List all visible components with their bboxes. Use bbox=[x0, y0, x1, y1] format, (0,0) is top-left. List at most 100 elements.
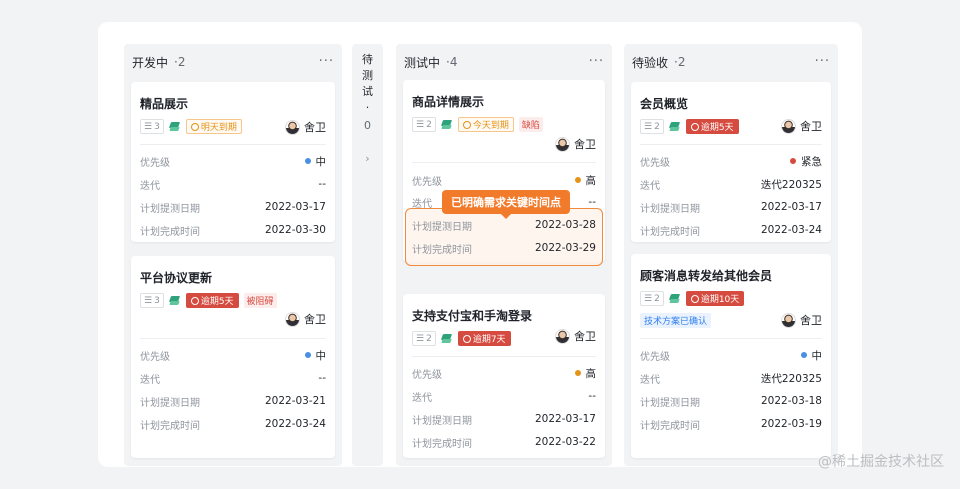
avatar bbox=[555, 328, 570, 344]
assignee[interactable]: 舍卫 bbox=[781, 118, 822, 134]
card-title: 平台协议更新 bbox=[140, 271, 213, 285]
field-label: 优先级 bbox=[412, 369, 442, 381]
list-icon: ☰ bbox=[416, 333, 425, 344]
column-testing: 测试中 ·4 ··· 商品详情展示 ☰ 2 今天到期 缺陷 舍卫 优先级 高 迭代 bbox=[396, 44, 612, 466]
chevron-right-icon[interactable]: › bbox=[352, 152, 383, 165]
priority-dot bbox=[574, 370, 581, 376]
task-card[interactable]: 支持支付宝和手淘登录 ☰ 2 逾期7天 舍卫 优先级 高 迭代 -- 计划提测日期 bbox=[403, 294, 605, 458]
field-value: -- bbox=[588, 196, 596, 208]
tag-row: ☰ 2 逾期7天 bbox=[412, 330, 511, 347]
field-finish-date: 计划完成时间 2022-03-24 bbox=[640, 223, 822, 238]
field-label: 迭代 bbox=[140, 180, 160, 192]
field-finish-date: 计划完成时间 2022-03-30 bbox=[140, 223, 326, 238]
card-title: 会员概览 bbox=[640, 97, 689, 111]
assignee[interactable]: 舍卫 bbox=[781, 312, 822, 328]
subtask-count[interactable]: ☰ 2 bbox=[640, 119, 664, 134]
assignee-name: 舍卫 bbox=[800, 120, 822, 133]
overdue-badge: 逾期7天 bbox=[457, 331, 511, 346]
column-count: ·4 bbox=[446, 55, 458, 69]
subtask-count-value: 3 bbox=[154, 121, 160, 132]
priority-value: 中 bbox=[811, 349, 823, 362]
task-card[interactable]: 精品展示 ☰ 3 明天到期 舍卫 优先级 中 迭代 -- 计划提测日期 2022- bbox=[131, 82, 335, 242]
priority-dot bbox=[574, 177, 581, 183]
field-value: 2022-03-28 bbox=[534, 219, 596, 231]
more-icon[interactable]: ··· bbox=[815, 55, 830, 68]
task-card[interactable]: 平台协议更新 ☰ 3 逾期5天 被阻碍 舍卫 优先级 中 迭代 -- 计划提测日期 bbox=[131, 256, 335, 458]
assignee[interactable]: 舍卫 bbox=[285, 119, 326, 135]
assignee[interactable]: 舍卫 bbox=[555, 136, 596, 152]
column-title-vertical: 待 测 试 · 0 bbox=[352, 52, 383, 134]
title-char: 测 bbox=[362, 69, 373, 82]
divider bbox=[140, 338, 326, 339]
divider bbox=[412, 356, 596, 357]
due-text: 今天到期 bbox=[472, 121, 509, 131]
field-test-date: 计划提测日期 2022-03-21 bbox=[140, 394, 326, 409]
field-value: 迭代220325 bbox=[760, 372, 822, 385]
field-value: 2022-03-17 bbox=[760, 201, 822, 213]
field-iteration: 迭代 -- bbox=[140, 177, 326, 192]
field-label: 优先级 bbox=[640, 157, 670, 169]
divider bbox=[412, 162, 596, 163]
subtask-count[interactable]: ☰ 2 bbox=[640, 291, 664, 306]
layer-icon bbox=[441, 333, 453, 345]
field-value: -- bbox=[318, 178, 326, 190]
task-card[interactable]: 商品详情展示 ☰ 2 今天到期 缺陷 舍卫 优先级 高 迭代 -- 计划提测日期… bbox=[403, 80, 605, 266]
field-value: 2022-03-29 bbox=[534, 242, 596, 254]
list-icon: ☰ bbox=[144, 121, 153, 132]
task-card[interactable]: 会员概览 ☰ 2 逾期5天 舍卫 优先级 紧急 迭代 迭代220325 计划提测日… bbox=[631, 82, 831, 242]
layer-icon bbox=[169, 121, 181, 133]
subtask-count-value: 2 bbox=[426, 333, 432, 344]
subtask-count[interactable]: ☰ 3 bbox=[140, 293, 164, 308]
field-value: 2022-03-17 bbox=[264, 201, 326, 213]
clock-icon bbox=[690, 294, 699, 303]
list-icon: ☰ bbox=[416, 119, 425, 130]
field-iteration: 迭代 -- bbox=[140, 371, 326, 386]
overdue-badge: 逾期5天 bbox=[685, 119, 739, 134]
subtask-count[interactable]: ☰ 3 bbox=[140, 119, 164, 134]
due-text: 逾期7天 bbox=[472, 335, 506, 345]
field-label: 计划完成时间 bbox=[412, 244, 472, 256]
field-label: 优先级 bbox=[140, 157, 170, 169]
field-label: 迭代 bbox=[140, 374, 160, 386]
field-priority: 优先级 高 bbox=[412, 366, 596, 381]
subtask-count[interactable]: ☰ 2 bbox=[412, 117, 436, 132]
assignee[interactable]: 舍卫 bbox=[285, 311, 326, 327]
list-icon: ☰ bbox=[644, 121, 653, 132]
card-title: 支持支付宝和手淘登录 bbox=[412, 309, 533, 323]
field-value: 2022-03-21 bbox=[264, 395, 326, 407]
due-badge: 今天到期 bbox=[457, 117, 514, 132]
column-header: 开发中 ·2 ··· bbox=[132, 52, 334, 72]
column-accept: 待验收 ·2 ··· 会员概览 ☰ 2 逾期5天 舍卫 优先级 紧急 迭代 迭代2… bbox=[624, 44, 838, 466]
title-char: 试 bbox=[362, 85, 373, 98]
field-value: -- bbox=[588, 390, 596, 402]
clock-icon bbox=[462, 120, 471, 129]
clock-icon bbox=[190, 296, 199, 305]
field-value: -- bbox=[318, 372, 326, 384]
field-label: 计划提测日期 bbox=[640, 203, 700, 215]
divider bbox=[640, 338, 822, 339]
layer-icon bbox=[169, 295, 181, 307]
priority-value: 高 bbox=[585, 174, 597, 187]
due-text: 逾期10天 bbox=[700, 295, 740, 305]
tag-row: ☰ 2 今天到期 缺陷 bbox=[412, 116, 543, 133]
column-pending-collapsed[interactable]: 待 测 试 · 0 › bbox=[352, 44, 383, 466]
field-value: 2022-03-24 bbox=[760, 224, 822, 236]
assignee[interactable]: 舍卫 bbox=[555, 328, 596, 344]
more-icon[interactable]: ··· bbox=[319, 55, 334, 68]
defect-label: 缺陷 bbox=[518, 117, 543, 132]
field-test-date: 计划提测日期 2022-03-17 bbox=[412, 412, 596, 427]
field-value: 迭代220325 bbox=[760, 178, 822, 191]
field-label: 计划提测日期 bbox=[140, 397, 200, 409]
column-count: ·2 bbox=[174, 55, 186, 69]
more-icon[interactable]: ··· bbox=[589, 55, 604, 68]
field-label: 计划完成时间 bbox=[412, 438, 472, 450]
avatar bbox=[781, 118, 796, 134]
task-card[interactable]: 顾客消息转发给其他会员 ☰ 2 逾期10天 技术方案已确认 舍卫 优先级 中 迭代… bbox=[631, 254, 831, 458]
field-label: 计划提测日期 bbox=[140, 203, 200, 215]
field-value: 2022-03-17 bbox=[534, 413, 596, 425]
divider bbox=[640, 144, 822, 145]
assignee-name: 舍卫 bbox=[800, 314, 822, 327]
kanban-board: 开发中 ·2 ··· 精品展示 ☰3 明天到期 舍卫 优先级 中 迭代 -- bbox=[98, 22, 862, 467]
subtask-count[interactable]: ☰ 2 bbox=[412, 331, 436, 346]
tag-row: ☰ 2 逾期10天 bbox=[640, 290, 745, 307]
